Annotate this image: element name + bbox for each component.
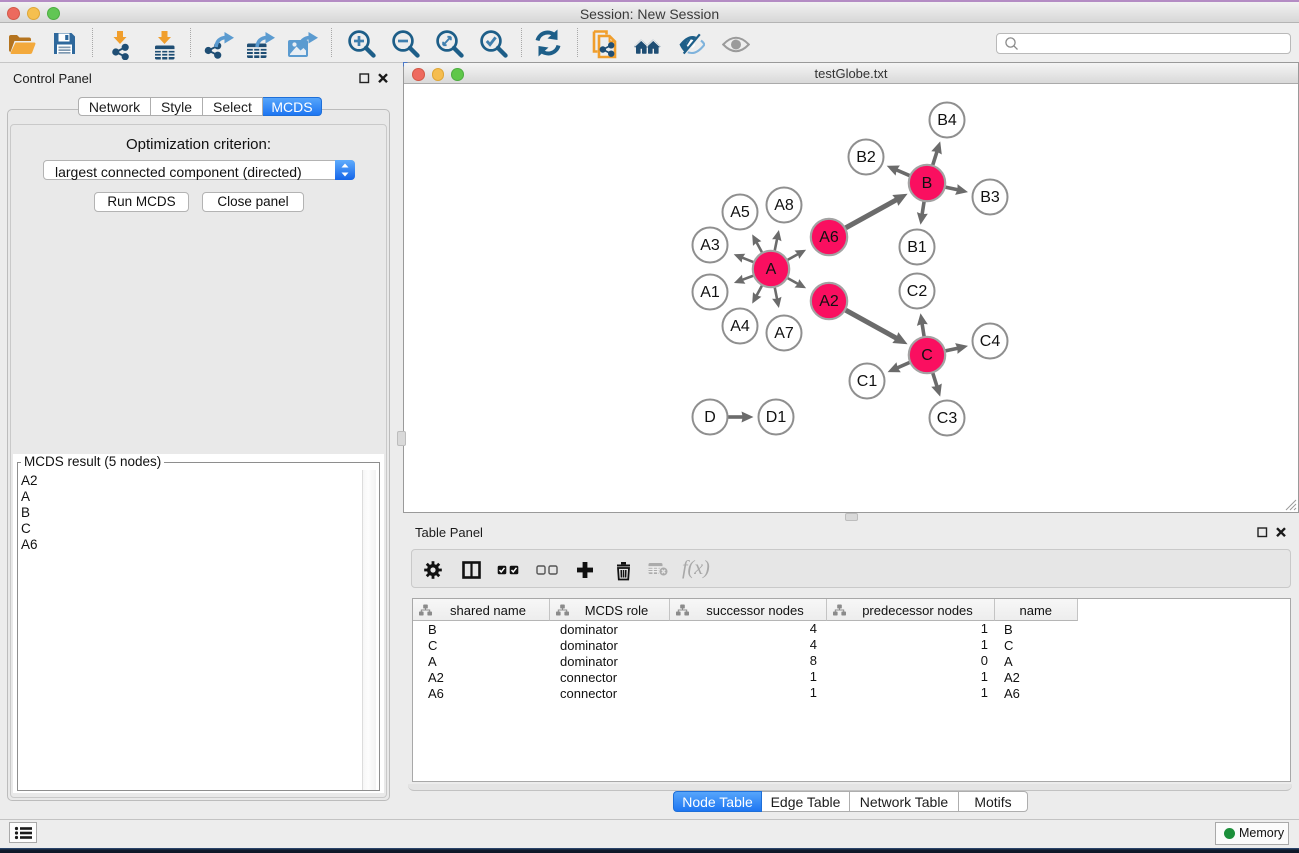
svg-text:B: B — [922, 175, 933, 192]
svg-text:A1: A1 — [700, 284, 720, 301]
svg-text:D: D — [704, 409, 716, 426]
svg-text:C2: C2 — [907, 283, 928, 300]
svg-text:B3: B3 — [980, 189, 1000, 206]
svg-text:A3: A3 — [700, 237, 720, 254]
svg-text:B2: B2 — [856, 149, 876, 166]
svg-text:A4: A4 — [730, 318, 750, 335]
svg-text:A6: A6 — [819, 229, 839, 246]
svg-text:A5: A5 — [730, 204, 750, 221]
svg-text:A8: A8 — [774, 197, 794, 214]
svg-text:C: C — [921, 347, 933, 364]
svg-text:B1: B1 — [907, 239, 927, 256]
svg-text:D1: D1 — [766, 409, 787, 426]
svg-text:C1: C1 — [857, 373, 878, 390]
svg-text:C3: C3 — [937, 410, 958, 427]
svg-text:B4: B4 — [937, 112, 957, 129]
svg-text:A: A — [766, 261, 777, 278]
svg-text:A2: A2 — [819, 293, 839, 310]
svg-text:A7: A7 — [774, 325, 794, 342]
svg-text:C4: C4 — [980, 333, 1001, 350]
